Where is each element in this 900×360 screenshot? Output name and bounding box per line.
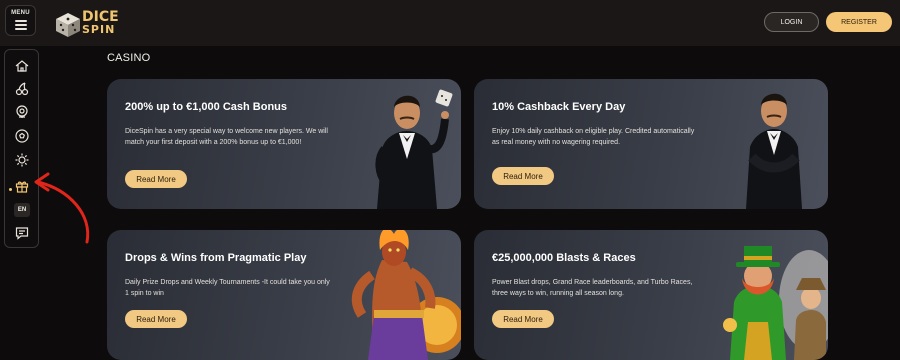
menu-button[interactable]: MENU [5,5,36,36]
promo-description: Enjoy 10% daily cashback on eligible pla… [492,128,695,146]
annotation-arrow-icon [34,172,90,244]
home-icon[interactable] [14,58,30,74]
fire-god-illustration [351,230,461,360]
promo-title: €25,000,000 Blasts & Races [492,252,636,264]
active-indicator-dot [9,188,12,191]
promo-title: 200% up to €1,000 Cash Bonus [125,101,287,113]
football-icon[interactable] [14,128,30,144]
logo[interactable]: DICE SPIN [52,7,132,39]
promo-card: 200% up to €1,000 Cash Bonus DiceSpin ha… [107,79,461,209]
croupier-illustration [746,93,802,209]
roulette-icon[interactable] [14,104,30,120]
promo-title: 10% Cashback Every Day [492,101,626,113]
hamburger-icon [14,18,27,32]
promo-description: DiceSpin has a very special way to welco… [125,128,328,146]
promo-card: €25,000,000 Blasts & Races Power Blast d… [474,230,828,360]
promo-description: Daily Prize Drops and Weekly Tournaments… [125,279,330,297]
read-more-button[interactable]: Read More [492,167,554,185]
sun-icon[interactable] [14,152,30,168]
read-more-button[interactable]: Read More [125,170,187,188]
gift-icon[interactable] [14,178,30,194]
dice-logo-icon [56,13,80,37]
register-button[interactable]: REGISTER [826,12,892,32]
support-chat-icon[interactable] [14,225,30,241]
logo-wordmark: DICE SPIN [82,10,119,36]
leprechaun-illustration [723,246,828,360]
promo-card: 10% Cashback Every Day Enjoy 10% daily c… [474,79,828,209]
logo-bottom-text: SPIN [82,23,116,36]
login-button[interactable]: LOGIN [764,12,819,32]
menu-label: MENU [11,9,30,16]
promo-title: Drops & Wins from Pragmatic Play [125,252,307,264]
language-selector[interactable]: EN [14,203,30,217]
section-title: CASINO [107,52,151,64]
promo-description: Power Blast drops, Grand Race leaderboar… [492,279,693,297]
read-more-button[interactable]: Read More [125,310,187,328]
read-more-button[interactable]: Read More [492,310,554,328]
promo-card: Drops & Wins from Pragmatic Play Daily P… [107,230,461,360]
cherries-icon[interactable] [14,81,30,97]
croupier-illustration [375,89,453,209]
